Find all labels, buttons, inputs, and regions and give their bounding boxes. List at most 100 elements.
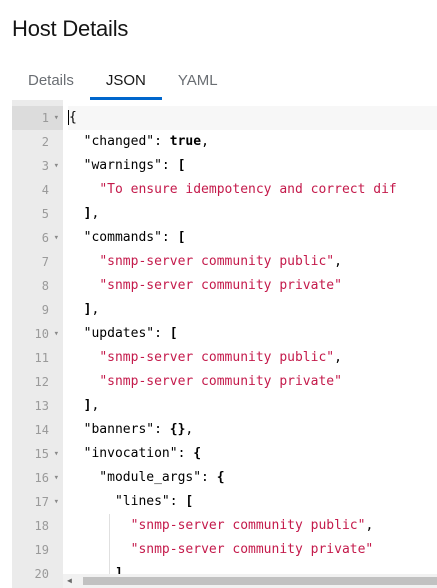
code-line[interactable]: 3 ▾ "warnings": [ <box>12 154 437 178</box>
code-token: , <box>91 398 100 413</box>
code-text: "warnings": [ <box>68 154 437 178</box>
string-token: "snmp-server community public" <box>99 350 335 365</box>
arrow-left-icon[interactable]: ◀ <box>67 576 72 585</box>
chevron-down-icon[interactable]: ▾ <box>51 226 59 250</box>
chevron-down-icon[interactable]: ▾ <box>51 322 59 346</box>
code-line[interactable]: 7 "snmp-server community public", <box>12 250 437 274</box>
code-line[interactable]: 15 ▾ "invocation": { <box>12 442 437 466</box>
string-token: "snmp-server community public" <box>99 254 335 269</box>
code-token: , <box>365 518 374 533</box>
chevron-down-icon[interactable]: ▾ <box>51 106 59 130</box>
line-number: 18 <box>12 514 63 538</box>
chevron-down-icon[interactable]: ▾ <box>51 154 59 178</box>
indent-guide <box>109 538 110 562</box>
chevron-down-icon[interactable]: ▾ <box>51 466 59 490</box>
code-token: , <box>185 422 194 437</box>
code-token: , <box>91 206 100 221</box>
line-number-text: 4 <box>41 183 49 197</box>
line-number: 1 ▾ <box>12 106 63 130</box>
line-number: 5 <box>12 202 63 226</box>
code-line[interactable]: 18 "snmp-server community public", <box>12 514 437 538</box>
code-line[interactable]: 5 ], <box>12 202 437 226</box>
code-text: { <box>68 106 437 130</box>
line-number: 19 <box>12 538 63 562</box>
tab-json-label: JSON <box>105 72 146 89</box>
code-line[interactable]: 11 "snmp-server community public", <box>12 346 437 370</box>
line-number-text: 11 <box>34 351 49 365</box>
line-number: 6 ▾ <box>12 226 63 250</box>
line-number-text: 13 <box>34 399 49 413</box>
line-number: 3 ▾ <box>12 154 63 178</box>
line-number-text: 9 <box>41 303 49 317</box>
code-lines: 1 ▾{2 "changed": true, 3 ▾ "warnings": [4 "… <box>12 106 437 586</box>
line-number: 4 <box>12 178 63 202</box>
line-number-text: 20 <box>34 567 49 581</box>
page-title: Host Details <box>12 16 129 41</box>
line-number-text: 3 <box>41 159 49 173</box>
code-text: "snmp-server community private" <box>68 274 437 298</box>
keyword-token: {} <box>169 422 186 437</box>
json-code-editor[interactable]: 1 ▾{2 "changed": true, 3 ▾ "warnings": [4 "… <box>12 100 437 588</box>
code-token: , <box>91 302 100 317</box>
code-token: , <box>201 134 209 149</box>
code-token: , <box>334 254 342 269</box>
tab-yaml[interactable]: YAML <box>162 64 234 100</box>
code-token: "commands": <box>68 230 178 245</box>
code-line[interactable]: 9 ], <box>12 298 437 322</box>
string-token: "snmp-server community public" <box>130 518 366 533</box>
code-text: "snmp-server community private" <box>68 538 437 562</box>
chevron-down-icon[interactable]: ▾ <box>51 490 59 514</box>
tab-details-label: Details <box>28 72 74 89</box>
line-number-text: 14 <box>34 423 49 437</box>
code-text: "To ensure idempotency and correct dif <box>68 178 437 202</box>
code-token: "updates": <box>68 326 170 341</box>
code-line[interactable]: 8 "snmp-server community private" <box>12 274 437 298</box>
string-token: "To ensure idempotency and correct dif <box>99 182 397 197</box>
code-line[interactable]: 19 "snmp-server community private" <box>12 538 437 562</box>
code-line[interactable]: 16 ▾ "module_args": { <box>12 466 437 490</box>
code-text: "module_args": { <box>68 466 437 490</box>
code-text: "snmp-server community private" <box>68 370 437 394</box>
code-line[interactable]: 13 ], <box>12 394 437 418</box>
string-token: "snmp-server community private" <box>99 278 342 293</box>
line-number-text: 8 <box>41 279 49 293</box>
tab-bar: Details JSON YAML <box>12 64 437 100</box>
code-line[interactable]: 6 ▾ "commands": [ <box>12 226 437 250</box>
code-line[interactable]: 4 "To ensure idempotency and correct dif <box>12 178 437 202</box>
chevron-down-icon[interactable]: ▾ <box>51 442 59 466</box>
code-line[interactable]: 2 "changed": true, <box>12 130 437 154</box>
line-number: 14 <box>12 418 63 442</box>
code-line[interactable]: 14 "banners": {}, <box>12 418 437 442</box>
line-number-text: 17 <box>34 495 49 509</box>
code-token: , <box>334 350 342 365</box>
horizontal-scrollbar[interactable]: ◀ <box>63 574 437 588</box>
line-number-text: 18 <box>34 519 49 533</box>
code-line[interactable]: 10 ▾ "updates": [ <box>12 322 437 346</box>
code-line[interactable]: 1 ▾ { <box>12 106 437 130</box>
code-token: "banners": <box>68 422 170 437</box>
line-number-text: 5 <box>41 207 49 221</box>
line-number-text: 12 <box>34 375 49 389</box>
code-token: { <box>68 110 77 125</box>
line-number: 8 <box>12 274 63 298</box>
tab-json[interactable]: JSON <box>89 64 162 100</box>
code-token: "module_args": <box>68 470 217 485</box>
tab-details[interactable]: Details <box>12 64 90 100</box>
scrollbar-thumb[interactable] <box>83 577 437 585</box>
code-text: "snmp-server community public", <box>68 250 437 274</box>
code-text: ], <box>68 298 437 322</box>
code-text: ], <box>68 394 437 418</box>
string-token: "snmp-server community private" <box>99 374 342 389</box>
line-number: 9 <box>12 298 63 322</box>
code-text: "snmp-server community public", <box>68 346 437 370</box>
code-line[interactable]: 17 ▾ "lines": [ <box>12 490 437 514</box>
line-number-text: 6 <box>41 231 49 245</box>
code-line[interactable]: 12 "snmp-server community private" <box>12 370 437 394</box>
